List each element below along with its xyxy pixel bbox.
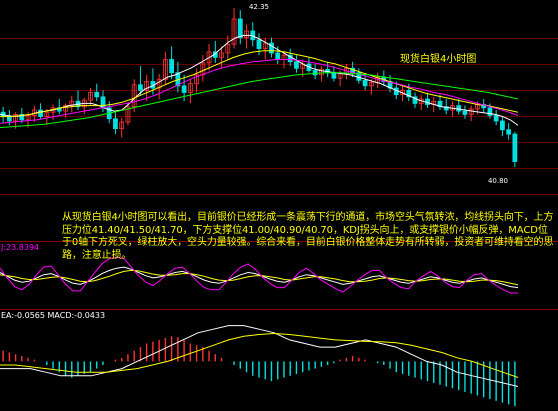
candle-body: [113, 118, 118, 130]
candle-body: [94, 92, 100, 98]
macd-readout: EA:-0.0565 MACD:-0.0433: [1, 311, 105, 320]
analysis-commentary: 从现货白银4小时图可以看出，目前银价已经形成一条震荡下行的通道，市场空头气氛转浓…: [62, 212, 554, 261]
candle-body: [38, 109, 43, 117]
chart-title: 现货白银4小时图: [400, 52, 476, 65]
candle-body: [456, 105, 462, 112]
candle-body: [493, 115, 499, 122]
candle-body: [138, 84, 143, 91]
chart-canvas: 42.35 40.80 现货白银4小时图 J:23.8394 EA:-0.056…: [0, 0, 558, 411]
kdj-readout: J:23.8394: [0, 243, 39, 252]
candle-body: [362, 79, 368, 87]
candle-body: [181, 85, 187, 93]
candle-body: [312, 70, 318, 76]
candle-body: [237, 18, 243, 39]
candle-body: [275, 52, 281, 60]
candle-body: [499, 120, 505, 131]
low-price-label: 40.80: [488, 177, 508, 185]
candle-body: [512, 133, 518, 162]
candle-body: [506, 129, 512, 135]
candle-body: [331, 72, 337, 79]
candle-body: [256, 39, 262, 49]
candle-body: [169, 59, 175, 74]
candle-body: [100, 96, 106, 109]
candle-body: [462, 110, 468, 115]
high-price-label: 42.35: [249, 3, 269, 11]
candle-body: [294, 61, 299, 69]
candle-body: [6, 116, 12, 122]
